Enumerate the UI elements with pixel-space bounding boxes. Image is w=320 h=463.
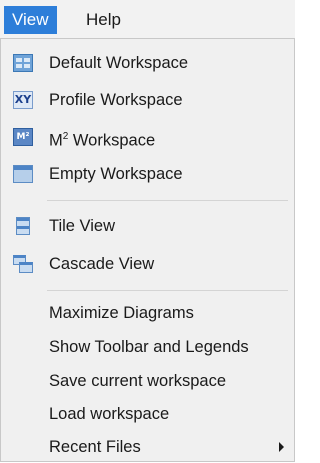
menu-item-profile-workspace[interactable]: XY Profile Workspace: [5, 84, 290, 116]
menu-item-recent-files[interactable]: Recent Files: [5, 431, 290, 463]
menu-item-load-workspace[interactable]: Load workspace: [5, 398, 290, 430]
menu-item-label: Maximize Diagrams: [49, 304, 194, 322]
chevron-right-icon: [279, 442, 284, 452]
menu-separator: [47, 200, 288, 201]
menu-bar: View Help: [0, 0, 295, 38]
menu-item-label: Tile View: [49, 217, 116, 235]
menu-item-m2-workspace[interactable]: M² M2 Workspace: [5, 121, 290, 153]
menu-item-label: Show Toolbar and Legends: [49, 338, 249, 356]
menu-item-save-workspace[interactable]: Save current workspace: [5, 365, 290, 397]
menu-item-tile-view[interactable]: Tile View: [5, 210, 290, 242]
cascade-view-icon: [13, 255, 33, 273]
menu-item-default-workspace[interactable]: Default Workspace: [5, 47, 290, 79]
menu-item-label: Save current workspace: [49, 372, 226, 390]
menu-item-show-toolbar-legends[interactable]: Show Toolbar and Legends: [5, 331, 290, 363]
menu-item-label: Default Workspace: [49, 54, 189, 72]
menu-item-label: Recent Files: [49, 438, 141, 456]
menu-separator: [47, 290, 288, 291]
menu-item-label: Profile Workspace: [49, 91, 183, 109]
default-workspace-icon: [13, 54, 33, 72]
menu-item-label: Load workspace: [49, 405, 170, 423]
menu-item-empty-workspace[interactable]: Empty Workspace: [5, 158, 290, 190]
view-dropdown-menu: Default Workspace XY Profile Workspace M…: [0, 38, 295, 462]
menu-item-cascade-view[interactable]: Cascade View: [5, 248, 290, 280]
menu-help[interactable]: Help: [78, 6, 129, 34]
profile-workspace-icon: XY: [13, 91, 33, 109]
menu-item-maximize-diagrams[interactable]: Maximize Diagrams: [5, 297, 290, 329]
menu-item-label: Cascade View: [49, 255, 155, 273]
empty-workspace-icon: [13, 165, 33, 183]
m2-workspace-icon: M²: [13, 128, 33, 146]
menu-item-label: M2 Workspace: [49, 131, 156, 150]
menu-item-label: Empty Workspace: [49, 165, 183, 183]
tile-view-icon: [16, 217, 30, 235]
menu-view[interactable]: View: [4, 6, 57, 34]
